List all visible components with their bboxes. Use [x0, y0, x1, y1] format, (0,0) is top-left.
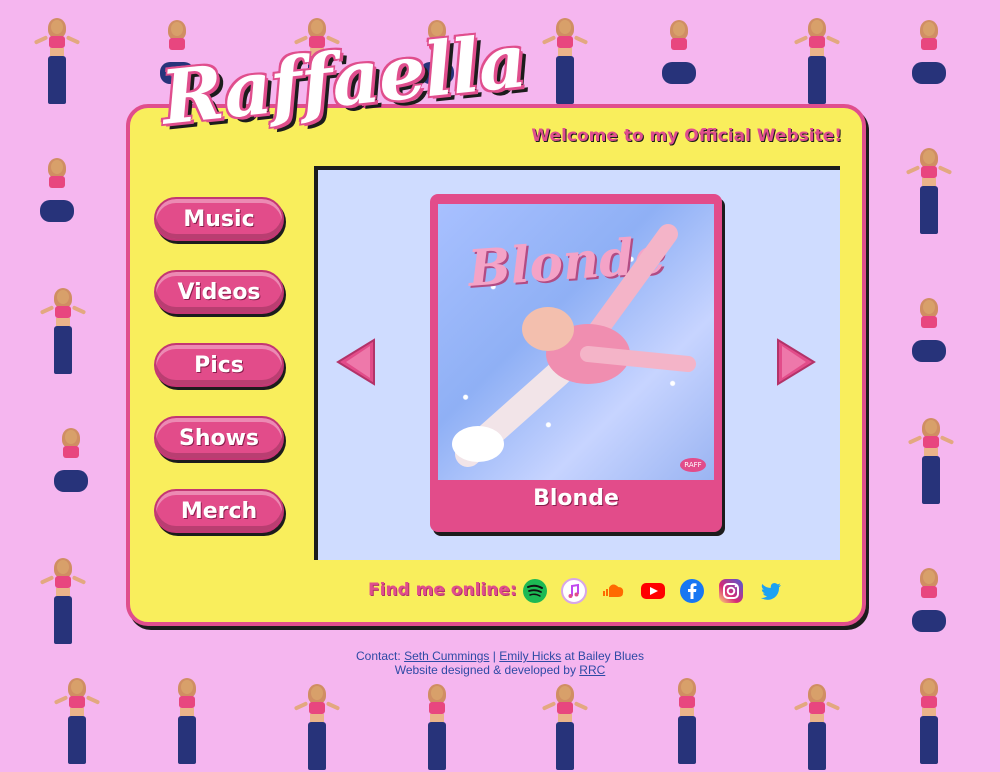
main-nav: Music Videos Pics Shows Merch	[154, 197, 286, 562]
footer-contact-prefix: Contact:	[356, 649, 401, 663]
nav-music-button[interactable]: Music	[154, 197, 284, 241]
instagram-icon[interactable]	[718, 578, 744, 604]
album-cover-figure	[452, 224, 696, 467]
nav-pics-button[interactable]: Pics	[154, 343, 284, 387]
background-figure	[39, 288, 87, 376]
background-figure	[905, 148, 953, 236]
background-figure	[670, 678, 704, 766]
background-figure	[912, 568, 946, 656]
background-figure	[54, 428, 88, 516]
soundcloud-icon[interactable]	[600, 578, 626, 604]
background-figure	[40, 158, 74, 246]
album-title[interactable]: Blonde	[430, 486, 722, 511]
arrow-left-icon	[336, 338, 375, 386]
nav-shows-button[interactable]: Shows	[154, 416, 284, 460]
footer-contact-suffix: at Bailey Blues	[564, 649, 644, 663]
background-figure	[541, 18, 589, 106]
background-figure	[907, 418, 955, 506]
welcome-heading: Welcome to my Official Website!	[531, 126, 842, 146]
background-figure	[33, 18, 81, 106]
album-card[interactable]: Blonde RAFF Blonde	[430, 194, 722, 532]
album-cover-badge: RAFF	[680, 458, 706, 472]
footer-credit-line: Website designed & developed by RRC	[0, 663, 1000, 677]
background-figure	[53, 678, 101, 766]
background-figure	[39, 558, 87, 646]
background-figure	[662, 20, 696, 108]
background-figure	[293, 684, 341, 772]
album-cover-image[interactable]: Blonde RAFF	[438, 204, 714, 480]
background-figure	[912, 298, 946, 386]
arrow-right-icon	[777, 338, 816, 386]
facebook-icon[interactable]	[679, 578, 705, 604]
credit-link-rrc[interactable]: RRC	[579, 663, 605, 677]
background-figure	[912, 678, 946, 766]
footer: Contact: Seth Cummings | Emily Hicks at …	[0, 649, 1000, 677]
nav-videos-button[interactable]: Videos	[154, 270, 284, 314]
spotify-icon[interactable]	[522, 578, 548, 604]
carousel-next-button[interactable]	[774, 338, 818, 386]
background-figure	[793, 684, 841, 772]
background-figure	[912, 20, 946, 108]
contact-link-emily[interactable]: Emily Hicks	[499, 649, 561, 663]
nav-merch-button[interactable]: Merch	[154, 489, 284, 533]
background-figure	[541, 684, 589, 772]
footer-credit-prefix: Website designed & developed by	[394, 663, 576, 677]
footer-contact-line: Contact: Seth Cummings | Emily Hicks at …	[0, 649, 1000, 663]
background-figure	[420, 684, 454, 772]
twitter-icon[interactable]	[758, 578, 784, 604]
footer-separator: |	[492, 649, 496, 663]
youtube-icon[interactable]	[640, 578, 666, 604]
background-figure	[170, 678, 204, 766]
carousel-prev-button[interactable]	[334, 338, 378, 386]
apple-music-icon[interactable]	[561, 578, 587, 604]
social-label: Find me online:	[368, 580, 517, 600]
background-figure	[793, 18, 841, 106]
contact-link-seth[interactable]: Seth Cummings	[404, 649, 489, 663]
